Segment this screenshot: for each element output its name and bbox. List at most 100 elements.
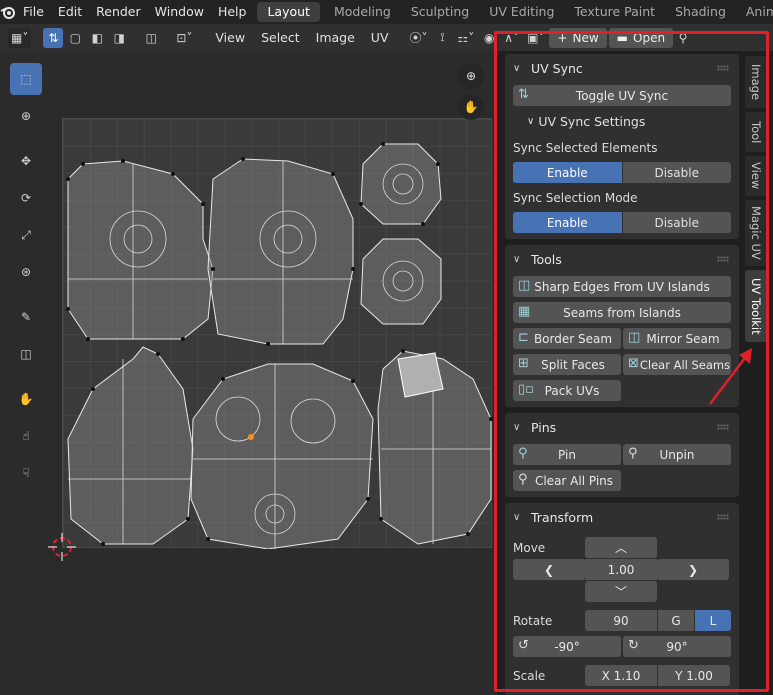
- select-box-tool-icon[interactable]: ⬚: [10, 63, 42, 95]
- sharp-edges-from-uv-islands-button[interactable]: ◫ Sharp Edges From UV Islands: [513, 276, 731, 297]
- workspace-tab-shading[interactable]: Shading: [665, 0, 736, 24]
- pin-icon: ⚲: [518, 446, 528, 461]
- sticky-select-icon[interactable]: ⊡˅: [173, 28, 195, 48]
- tab-image[interactable]: Image: [745, 56, 767, 108]
- image-browse-icon[interactable]: ▣˅: [524, 28, 547, 48]
- menu-file[interactable]: File: [16, 0, 51, 24]
- pivot-point-icon[interactable]: ⦿˅: [407, 28, 431, 48]
- snap-target-icon[interactable]: ⚏˅: [455, 28, 478, 48]
- chevron-down-icon: ∨: [527, 115, 535, 127]
- sync-selected-disable-button[interactable]: Disable: [622, 162, 731, 183]
- workspace-tab-texture-paint[interactable]: Texture Paint: [564, 0, 665, 24]
- header-menu-select[interactable]: Select: [253, 30, 308, 45]
- move-distance-field[interactable]: 1.00: [585, 559, 657, 580]
- proportional-edit-icon[interactable]: ◉: [479, 28, 499, 48]
- open-image-button[interactable]: ▬ Open: [608, 27, 674, 48]
- drag-grip-icon[interactable]: [717, 514, 729, 520]
- rip-region-tool-icon[interactable]: ◫: [10, 338, 42, 370]
- drag-grip-icon[interactable]: [717, 65, 729, 71]
- transform-tool-icon[interactable]: ⊛: [10, 256, 42, 288]
- face-select-icon[interactable]: ◨: [109, 28, 129, 48]
- move-label: Move: [513, 540, 546, 555]
- tab-uv-toolkit[interactable]: UV Toolkit: [745, 270, 767, 342]
- uv-mesh-islands[interactable]: [63, 119, 493, 550]
- workspace-tab-sculpting[interactable]: Sculpting: [401, 0, 479, 24]
- scale-x-field[interactable]: X 1.10: [585, 665, 657, 686]
- move-right-button[interactable]: ❯: [657, 559, 729, 580]
- workspace-tab-uv-editing[interactable]: UV Editing: [479, 0, 564, 24]
- zoom-icon[interactable]: ⊕: [458, 63, 484, 89]
- pins-panel-header[interactable]: ∨ Pins: [505, 415, 739, 439]
- menu-window[interactable]: Window: [148, 0, 211, 24]
- drag-grip-icon[interactable]: [717, 424, 729, 430]
- tools-panel-header[interactable]: ∨ Tools: [505, 247, 739, 271]
- workspace-tab-modeling[interactable]: Modeling: [324, 0, 401, 24]
- falloff-icon[interactable]: ∧˅: [501, 28, 522, 48]
- pin-button[interactable]: ⚲ Pin: [513, 444, 621, 465]
- pinch-tool-icon[interactable]: ☟: [10, 457, 42, 489]
- clear-all-pins-button[interactable]: ⚲ Clear All Pins: [513, 470, 621, 491]
- sync-selected-enable-button[interactable]: Enable: [513, 162, 622, 183]
- 2d-cursor-icon[interactable]: [48, 533, 76, 564]
- island-select-icon[interactable]: ◫: [141, 28, 161, 48]
- header-menu-uv[interactable]: UV: [363, 30, 397, 45]
- grab-tool-icon[interactable]: ✋: [10, 383, 42, 415]
- sync-selection-mode-toggle: Enable Disable: [513, 212, 731, 233]
- vertex-select-icon[interactable]: ▢: [65, 28, 85, 48]
- pan-hand-icon[interactable]: ✋: [458, 94, 484, 120]
- border-seam-button[interactable]: ⊏ Border Seam: [513, 328, 621, 349]
- tab-magic-uv[interactable]: Magic UV: [745, 200, 767, 266]
- uv-sync-toggle-icon[interactable]: ⇅: [43, 27, 64, 48]
- menu-render[interactable]: Render: [89, 0, 148, 24]
- uv-sync-settings-subpanel[interactable]: ∨ UV Sync Settings: [505, 109, 739, 133]
- uv-grid[interactable]: [62, 118, 493, 550]
- rotate-angle-field[interactable]: 90: [585, 610, 657, 631]
- rotate-tool-icon[interactable]: ⟳: [10, 182, 42, 214]
- sync-mode-enable-button[interactable]: Enable: [513, 212, 622, 233]
- header-menu-image[interactable]: Image: [308, 30, 363, 45]
- workspace-tab-layout[interactable]: Layout: [257, 2, 320, 22]
- transform-panel: ∨ Transform Move ︿ ❮ 1.00 ❯ ﹀ Rotate 90 …: [505, 503, 739, 695]
- scale-y-field[interactable]: Y 1.00: [658, 665, 730, 686]
- menu-help[interactable]: Help: [211, 0, 254, 24]
- chevron-down-icon: ∨: [513, 421, 521, 433]
- tab-view[interactable]: View: [745, 156, 767, 196]
- rotate-cw-button[interactable]: ↻ 90°: [623, 636, 731, 657]
- pins-panel: ∨ Pins ⚲ Pin ⚲ Unpin ⚲ Clear All Pins: [505, 413, 739, 497]
- rotate-local-button[interactable]: L: [695, 610, 731, 631]
- scale-label: Scale: [513, 668, 546, 683]
- unpin-icon: ⚲: [628, 446, 638, 461]
- editor-type-icon[interactable]: ▦˅: [8, 27, 32, 48]
- move-up-button[interactable]: ︿: [585, 537, 657, 558]
- uv-sync-panel-header[interactable]: ∨ UV Sync: [505, 56, 739, 80]
- rotate-ccw-button[interactable]: ↺ -90°: [513, 636, 621, 657]
- pack-uvs-button[interactable]: ▯▫ Pack UVs: [513, 380, 621, 401]
- uv-viewport[interactable]: ⬚ ⊕ ✥ ⟳ ⤢ ⊛ ✎ ◫ ✋ ☝ ☟ ⊕ ✋: [0, 51, 497, 695]
- move-down-button[interactable]: ﹀: [585, 581, 657, 602]
- move-tool-icon[interactable]: ✥: [10, 145, 42, 177]
- menu-edit[interactable]: Edit: [51, 0, 89, 24]
- move-left-button[interactable]: ❮: [513, 559, 585, 580]
- relax-tool-icon[interactable]: ☝: [10, 420, 42, 452]
- toggle-uv-sync-button[interactable]: ⇅ Toggle UV Sync: [513, 85, 731, 106]
- tab-tool[interactable]: Tool: [745, 112, 767, 152]
- unpin-button[interactable]: ⚲ Unpin: [623, 444, 731, 465]
- sync-mode-disable-button[interactable]: Disable: [622, 212, 731, 233]
- scale-tool-icon[interactable]: ⤢: [10, 219, 42, 251]
- rotate-cw-icon: ↻: [628, 638, 639, 653]
- pin-image-icon[interactable]: ⚲: [673, 28, 693, 48]
- split-faces-button[interactable]: ⊞ Split Faces: [513, 354, 621, 375]
- workspace-tab-animation[interactable]: Animation: [736, 0, 773, 24]
- edge-select-icon[interactable]: ◧: [87, 28, 107, 48]
- blender-logo-icon[interactable]: [0, 0, 16, 24]
- drag-grip-icon[interactable]: [717, 256, 729, 262]
- snapping-icon[interactable]: ⟟: [433, 28, 453, 48]
- header-menu-view[interactable]: View: [207, 30, 253, 45]
- new-image-button[interactable]: + New: [549, 27, 607, 48]
- rotate-global-button[interactable]: G: [658, 610, 694, 631]
- annotate-tool-icon[interactable]: ✎: [10, 301, 42, 333]
- seams-from-islands-button[interactable]: ▦ Seams from Islands: [513, 302, 731, 323]
- cursor-tool-icon[interactable]: ⊕: [10, 100, 42, 132]
- clear-pins-icon: ⚲: [518, 472, 528, 487]
- transform-panel-header[interactable]: ∨ Transform: [505, 505, 739, 529]
